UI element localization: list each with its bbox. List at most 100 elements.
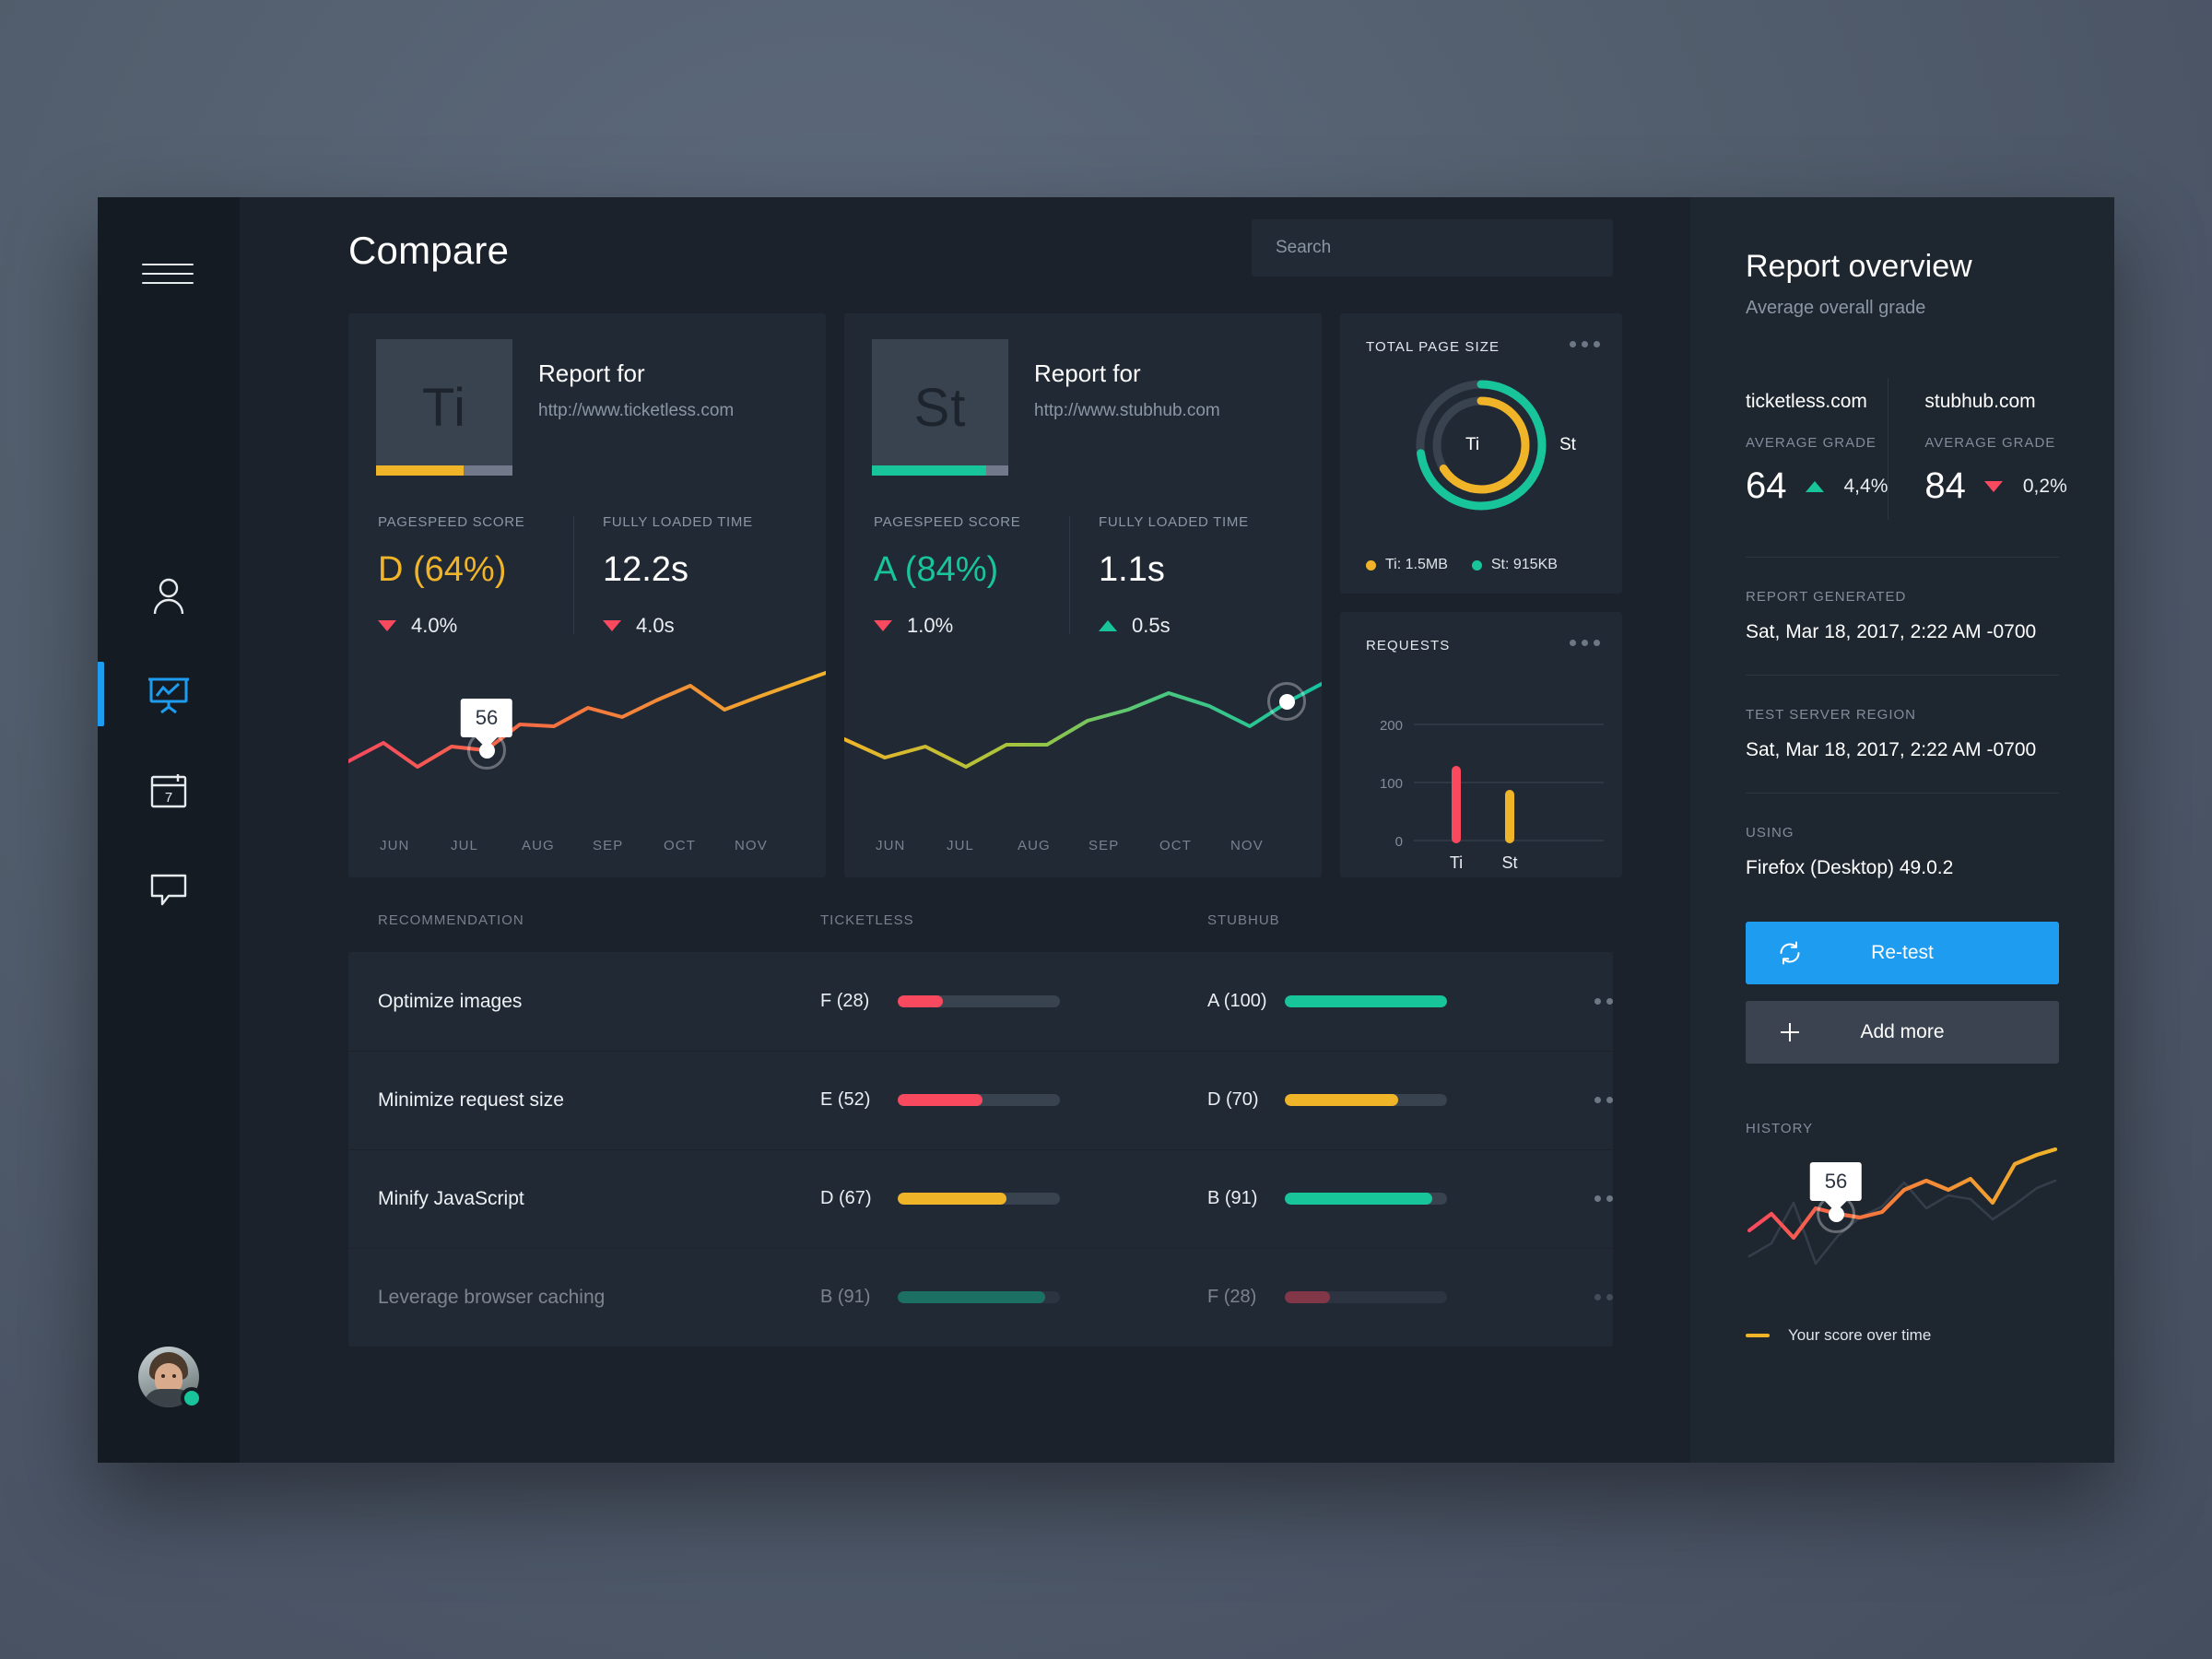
sparkline-path: [348, 671, 826, 769]
grade-delta: 0,2%: [2022, 475, 2067, 497]
site-meta: Report for http://www.ticketless.com: [512, 339, 734, 476]
ticketless-score: D (67): [820, 1188, 1207, 1209]
grade-number: 84: [1924, 465, 1966, 506]
hamburger-line: [142, 282, 194, 284]
column-header-stubhub: STUBHUB: [1207, 912, 1280, 928]
requests-panel: REQUESTS 200 100 0 Ti St: [1340, 612, 1622, 877]
score-fill: [898, 1094, 982, 1106]
grade-label: B (91): [1207, 1188, 1258, 1208]
metric-value: 1.1s: [1099, 550, 1165, 589]
kebab-dot: [1570, 640, 1576, 646]
column-header-recommendation: RECOMMENDATION: [378, 912, 524, 928]
more-options-icon[interactable]: [1594, 1096, 1613, 1103]
legend-swatch: [1366, 559, 1376, 571]
metric-delta: 0.5s: [1099, 614, 1294, 638]
hamburger-line: [142, 264, 194, 265]
month-label: SEP: [593, 838, 624, 853]
more-options-icon[interactable]: [1594, 1194, 1613, 1202]
month-label: OCT: [664, 838, 696, 853]
person-icon: [153, 578, 184, 615]
metric-delta: 4.0s: [603, 614, 798, 638]
grade-comparison: ticketless.com AVERAGE GRADE 64 4,4% stu…: [1746, 378, 2067, 520]
site-card-ticketless: Ti Report for http://www.ticketless.com …: [348, 313, 826, 877]
kebab-dot: [1594, 1194, 1601, 1202]
history-chart[interactable]: 56: [1746, 1146, 2059, 1302]
sparkline-svg: [348, 671, 826, 769]
site-url[interactable]: http://www.ticketless.com: [538, 401, 734, 421]
metric-delta-value: 4.0%: [411, 614, 458, 637]
row-actions: [1594, 1191, 1613, 1207]
topbar: Compare: [240, 197, 1690, 313]
sidebar-item-messages[interactable]: [98, 841, 240, 938]
site-thumbnail: Ti: [376, 339, 512, 476]
trend-down-icon: [603, 620, 621, 631]
more-options-icon[interactable]: [1594, 1293, 1613, 1300]
sidebar-item-reports[interactable]: [98, 645, 240, 743]
metric-delta: 4.0%: [378, 614, 573, 638]
x-tick-label: St: [1501, 853, 1517, 872]
avatar[interactable]: [138, 1347, 203, 1409]
score-fill: [898, 995, 944, 1007]
donut-inner-label: Ti: [1465, 435, 1480, 454]
score-fill: [898, 1193, 1006, 1205]
table-row[interactable]: Leverage browser caching B (91) F (28): [348, 1248, 1613, 1347]
site-initials: Ti: [421, 377, 467, 438]
recommendation-name: Optimize images: [378, 990, 523, 1012]
chat-bubble-icon: [150, 874, 187, 906]
recommendation-name: Minimize request size: [378, 1088, 564, 1111]
search-input[interactable]: [1252, 219, 1613, 276]
calendar-day: 7: [165, 790, 172, 806]
month-label: OCT: [1159, 838, 1192, 853]
legend-dash: [1746, 1334, 1770, 1337]
y-tick-label: 200: [1380, 718, 1403, 734]
page-title: Compare: [348, 229, 510, 272]
legend-label: Ti: 1.5MB: [1385, 557, 1448, 572]
sparkline-path: [844, 682, 1322, 769]
grade-bar-fill: [376, 465, 464, 476]
hamburger-line: [142, 273, 194, 275]
ticketless-score: E (52): [820, 1089, 1207, 1111]
site-url[interactable]: http://www.stubhub.com: [1034, 401, 1220, 421]
marker-ring: [1267, 682, 1306, 721]
donut-legend: Ti: 1.5MB St: 915KB: [1366, 557, 1558, 573]
ticketless-score: F (28): [820, 991, 1207, 1012]
history-score-line: [1747, 1147, 2058, 1241]
retest-button[interactable]: Re-test: [1746, 922, 2059, 984]
sparkline-marker[interactable]: [1267, 682, 1306, 721]
history-legend: Your score over time: [1746, 1326, 2059, 1345]
more-options-icon[interactable]: [1570, 341, 1600, 347]
grade-values: 84 0,2%: [1924, 465, 2066, 507]
score-fill: [1285, 1094, 1399, 1106]
hamburger-icon[interactable]: [142, 264, 194, 284]
sidebar-item-calendar[interactable]: 7: [98, 743, 240, 841]
metric-loadtime: FULLY LOADED TIME 1.1s 0.5s: [1069, 514, 1294, 638]
more-options-icon[interactable]: [1570, 640, 1600, 646]
row-actions: [1594, 1289, 1613, 1306]
site-meta: Report for http://www.stubhub.com: [1008, 339, 1220, 476]
score-track: [898, 1094, 1060, 1106]
history-svg: [1747, 1147, 2058, 1265]
sidebar-item-profile[interactable]: [98, 547, 240, 645]
info-value: Sat, Mar 18, 2017, 2:22 AM -0700: [1746, 739, 2037, 760]
score-track: [898, 1291, 1060, 1303]
report-overview-panel: Report overview Average overall grade ti…: [1690, 197, 2114, 1463]
table-row[interactable]: Minify JavaScript D (67) B (91): [348, 1149, 1613, 1248]
more-options-icon[interactable]: [1594, 997, 1613, 1005]
trend-down-icon: [378, 620, 396, 631]
row-actions: [1594, 994, 1613, 1010]
table-row[interactable]: Optimize images F (28) A (100): [348, 952, 1613, 1051]
score-fill: [1285, 995, 1447, 1007]
month-label: JUL: [451, 838, 478, 853]
status-badge: [181, 1387, 203, 1409]
sparkline-ticketless[interactable]: 56 JUN JUL AUG SEP OCT NOV: [348, 665, 826, 877]
kebab-dot: [1582, 640, 1588, 646]
column-header-ticketless: TICKETLESS: [820, 912, 914, 928]
metric-delta-value: 4.0s: [636, 614, 675, 637]
plus-icon: [1777, 1019, 1803, 1045]
kebab-dot: [1594, 341, 1600, 347]
add-more-button[interactable]: Add more: [1746, 1001, 2059, 1064]
metric-caption: PAGESPEED SCORE: [874, 514, 1021, 530]
month-label: AUG: [1018, 838, 1051, 853]
table-row[interactable]: Minimize request size E (52) D (70): [348, 1051, 1613, 1149]
sparkline-stubhub[interactable]: JUN JUL AUG SEP OCT NOV: [844, 665, 1322, 877]
